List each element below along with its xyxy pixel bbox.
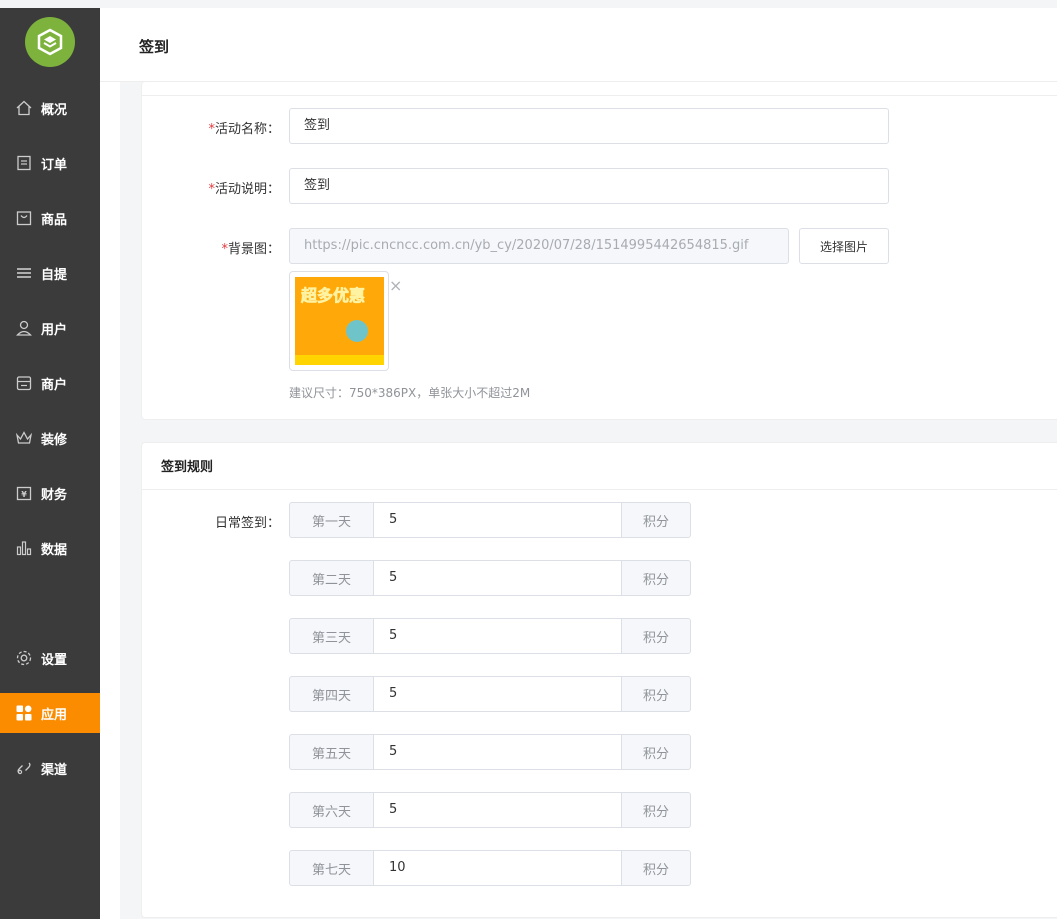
sidebar-item-goods[interactable]: 商品	[0, 198, 100, 238]
select-image-button[interactable]: 选择图片	[799, 228, 889, 264]
sidebar-item-data[interactable]: 数据	[0, 528, 100, 568]
divider	[141, 95, 1057, 96]
sidebar-item-users[interactable]: 用户	[0, 308, 100, 348]
sidebar-item-label: 应用	[41, 707, 68, 723]
day-row: 第六天 5 积分	[289, 792, 691, 828]
day-row: 第一天 5 积分	[289, 502, 691, 538]
points-input[interactable]: 5	[373, 792, 622, 828]
background-url-input[interactable]: https://pic.cncncc.com.cn/yb_cy/2020/07/…	[289, 228, 789, 264]
svg-text:¥: ¥	[21, 490, 27, 499]
image-size-hint: 建议尺寸：750*386PX，单张大小不超过2M	[289, 386, 531, 400]
day-row: 第二天 5 积分	[289, 560, 691, 596]
points-input[interactable]: 5	[373, 502, 622, 538]
apps-icon	[15, 704, 33, 722]
store-icon	[15, 374, 33, 392]
background-image-preview[interactable]: 超多优惠	[289, 271, 389, 371]
sidebar-item-label: 渠道	[41, 762, 68, 778]
page-title: 签到	[139, 38, 170, 56]
sidebar-item-apps[interactable]: 应用	[0, 693, 100, 733]
sidebar-item-label: 数据	[41, 542, 68, 558]
sidebar-item-label: 装修	[41, 432, 68, 448]
bag-icon	[15, 209, 33, 227]
sidebar-item-label: 自提	[41, 267, 68, 283]
logo-icon	[37, 28, 63, 56]
preview-image: 超多优惠	[295, 277, 384, 365]
sidebar-item-label: 订单	[41, 157, 68, 173]
day-row: 第五天 5 积分	[289, 734, 691, 770]
order-icon	[15, 154, 33, 172]
points-unit: 积分	[622, 676, 691, 712]
sidebar-item-decoration[interactable]: 装修	[0, 418, 100, 458]
sidebar-item-finance[interactable]: ¥ 财务	[0, 473, 100, 513]
daily-sign-label: 日常签到：	[214, 516, 280, 531]
bar-chart-icon	[15, 539, 33, 557]
user-icon	[15, 319, 33, 337]
menu-icon	[15, 264, 33, 282]
page-header: 签到	[100, 8, 1057, 82]
points-unit: 积分	[622, 734, 691, 770]
activity-desc-label: *活动说明：	[208, 182, 280, 197]
sidebar-item-label: 设置	[41, 652, 68, 668]
day-label: 第七天	[289, 850, 373, 886]
sidebar-item-label: 用户	[41, 322, 68, 338]
sign-rules-title: 签到规则	[161, 460, 214, 475]
sidebar-item-channels[interactable]: 渠道	[0, 748, 100, 788]
sidebar-item-label: 财务	[41, 487, 68, 503]
points-unit: 积分	[622, 792, 691, 828]
gear-icon	[15, 649, 33, 667]
points-input[interactable]: 5	[373, 618, 622, 654]
points-input[interactable]: 10	[373, 850, 622, 886]
points-unit: 积分	[622, 560, 691, 596]
wallet-icon: ¥	[15, 484, 33, 502]
day-label: 第六天	[289, 792, 373, 828]
points-unit: 积分	[622, 618, 691, 654]
sidebar-item-label: 商户	[41, 377, 68, 393]
day-row: 第三天 5 积分	[289, 618, 691, 654]
day-label: 第三天	[289, 618, 373, 654]
background-image-label: *背景图：	[221, 242, 280, 257]
sidebar-item-settings[interactable]: 设置	[0, 638, 100, 678]
points-unit: 积分	[622, 850, 691, 886]
sidebar-item-pickup[interactable]: 自提	[0, 253, 100, 293]
sidebar: 概况 订单 商品 自提 用户 商户 装修 ¥ 财务 数据 设置 应用 渠道	[0, 8, 100, 919]
day-label: 第二天	[289, 560, 373, 596]
day-row: 第四天 5 积分	[289, 676, 691, 712]
top-strip	[0, 0, 1057, 8]
points-unit: 积分	[622, 502, 691, 538]
points-input[interactable]: 5	[373, 676, 622, 712]
divider	[141, 489, 1057, 490]
sidebar-item-merchants[interactable]: 商户	[0, 363, 100, 403]
sidebar-item-overview[interactable]: 概况	[0, 88, 100, 128]
day-row: 第七天 10 积分	[289, 850, 691, 886]
activity-name-label: *活动名称：	[208, 122, 280, 137]
points-input[interactable]: 5	[373, 560, 622, 596]
logo[interactable]	[25, 17, 75, 67]
day-label: 第四天	[289, 676, 373, 712]
link-icon	[15, 759, 33, 777]
home-icon	[15, 99, 33, 117]
day-label: 第一天	[289, 502, 373, 538]
activity-name-input[interactable]: 签到	[289, 108, 889, 144]
sidebar-item-label: 概况	[41, 102, 68, 118]
day-label: 第五天	[289, 734, 373, 770]
remove-image-icon[interactable]: ×	[389, 276, 402, 295]
sidebar-item-label: 商品	[41, 212, 68, 228]
sidebar-item-orders[interactable]: 订单	[0, 143, 100, 183]
activity-desc-input[interactable]: 签到	[289, 168, 889, 204]
svg-text:超多优惠: 超多优惠	[300, 286, 365, 305]
crown-icon	[15, 429, 33, 447]
content-gutter	[100, 82, 120, 919]
points-input[interactable]: 5	[373, 734, 622, 770]
